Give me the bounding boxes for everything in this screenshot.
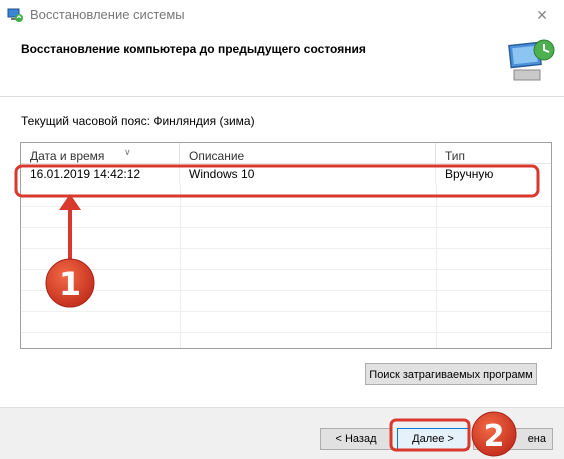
column-header-date[interactable]: ∨ Дата и время	[21, 143, 180, 163]
page-title: Восстановление компьютера до предыдущего…	[21, 42, 366, 56]
column-header-description[interactable]: Описание	[180, 143, 436, 163]
grid-line	[21, 269, 551, 270]
sort-chevron-icon: ∨	[124, 147, 131, 157]
wizard-header: Восстановление компьютера до предыдущего…	[0, 30, 564, 96]
wizard-footer: < Назад Далее > ена	[0, 407, 564, 459]
grid-line	[21, 332, 551, 333]
cell-description: Windows 10	[180, 164, 436, 185]
table-header: ∨ Дата и время Описание Тип	[21, 143, 551, 164]
column-header-date-label: Дата и время	[30, 149, 105, 163]
window-title: Восстановление системы	[30, 7, 185, 22]
system-restore-icon	[7, 8, 23, 22]
scan-affected-programs-button[interactable]: Поиск затрагиваемых программ	[365, 363, 537, 385]
close-button[interactable]: ✕	[520, 0, 564, 30]
column-header-description-label: Описание	[189, 149, 245, 163]
column-header-type-label: Тип	[445, 149, 466, 163]
next-button[interactable]: Далее >	[397, 428, 469, 450]
close-icon: ✕	[536, 7, 548, 23]
column-header-type[interactable]: Тип	[436, 143, 551, 163]
title-bar: Восстановление системы ✕	[0, 0, 564, 30]
grid-line	[21, 206, 551, 207]
back-button[interactable]: < Назад	[320, 428, 392, 450]
wizard-content: Текущий часовой пояс: Финляндия (зима) ∨…	[0, 97, 564, 407]
grid-line	[21, 248, 551, 249]
grid-line	[21, 311, 551, 312]
cancel-button[interactable]: ена	[473, 428, 553, 450]
cell-date: 16.01.2019 14:42:12	[21, 164, 180, 185]
grid-line	[21, 290, 551, 291]
column-divider	[436, 185, 437, 348]
restore-points-table[interactable]: ∨ Дата и время Описание Тип 16.01.2019 1…	[20, 142, 552, 349]
cell-type: Вручную	[445, 167, 494, 181]
timezone-label: Текущий часовой пояс: Финляндия (зима)	[21, 114, 255, 128]
column-divider	[180, 185, 181, 348]
table-row[interactable]: 16.01.2019 14:42:12 Windows 10 Вручную	[21, 164, 551, 185]
grid-line	[21, 227, 551, 228]
restore-computer-icon	[508, 39, 555, 81]
